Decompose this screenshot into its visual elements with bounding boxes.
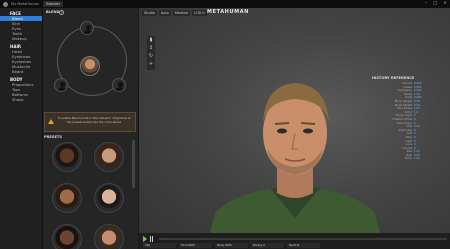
- viewport[interactable]: Studio Auto Medium LOD 0 METAHUMAN ▮ ↕ ↻ + …: [139, 8, 450, 249]
- viewport-tools: ▮ ↕ ↻ +: [147, 36, 155, 70]
- add-tool-icon[interactable]: +: [147, 60, 155, 68]
- nav-item-makeup[interactable]: Makeup: [0, 36, 42, 41]
- nav-item-beard[interactable]: Beard: [0, 69, 42, 74]
- reference-value: 1.00: [414, 157, 420, 161]
- select-tool-icon[interactable]: ▮: [147, 36, 155, 44]
- viewport-chip-1[interactable]: Auto: [158, 10, 171, 16]
- help-icon[interactable]: ?: [59, 9, 64, 15]
- timeline-track[interactable]: [159, 238, 447, 240]
- blend-slot-right[interactable]: [112, 78, 126, 92]
- reference-title: HISTORY REFERENCE: [372, 76, 415, 80]
- nav-item-shoes[interactable]: Shoes: [0, 97, 42, 102]
- rotate-tool-icon[interactable]: ↻: [147, 52, 155, 60]
- viewport-chip-2[interactable]: Medium: [172, 10, 191, 16]
- warning-text: To enable Blend mode in the viewport, dr…: [57, 116, 131, 124]
- app-tab[interactable]: My MetaHuman: [11, 2, 39, 6]
- presets-title: PRESETS: [44, 135, 62, 139]
- project-tab[interactable]: Blender: [43, 1, 64, 7]
- preset-avatar-4[interactable]: [94, 183, 124, 213]
- presets-scrollbar[interactable]: [132, 140, 135, 188]
- blend-warning: To enable Blend mode in the viewport, dr…: [44, 112, 136, 132]
- reference-row: Body 1.00: [372, 157, 446, 161]
- blend-title: BLEND: [46, 10, 60, 14]
- app-logo-icon: [3, 1, 8, 7]
- close-icon[interactable]: ×: [443, 1, 447, 7]
- blend-center-avatar[interactable]: [80, 56, 100, 76]
- preset-avatar-3[interactable]: [52, 183, 82, 213]
- preset-avatar-6[interactable]: [94, 224, 124, 249]
- animation-presets: Idle Face ROM Body ROM Posing A Neutral: [143, 243, 320, 248]
- viewport-toolbar: Studio Auto Medium LOD 0: [139, 8, 450, 18]
- preset-avatar-5[interactable]: [52, 224, 82, 249]
- blend-slot-top[interactable]: [80, 21, 94, 35]
- blend-slot-left[interactable]: [54, 78, 68, 92]
- preset-avatar-1[interactable]: [52, 142, 82, 172]
- history-reference: HISTORY REFERENCE Portrait 0.000 Crease 0.0…: [372, 76, 446, 161]
- animation-preset-1[interactable]: Face ROM: [179, 243, 212, 248]
- window-controls: – □ ×: [425, 1, 447, 7]
- animation-preset-2[interactable]: Body ROM: [215, 243, 248, 248]
- metahuman-character[interactable]: [195, 53, 395, 249]
- pause-icon[interactable]: [150, 236, 153, 242]
- preset-avatar-2[interactable]: [94, 142, 124, 172]
- warning-icon: [48, 119, 54, 124]
- maximize-icon[interactable]: □: [433, 1, 437, 7]
- timeline-bar: Idle Face ROM Body ROM Posing A Neutral: [139, 233, 450, 249]
- viewport-chip-0[interactable]: Studio: [142, 10, 157, 16]
- animation-preset-4[interactable]: Neutral: [287, 243, 320, 248]
- minimize-icon[interactable]: –: [425, 1, 427, 7]
- animation-preset-3[interactable]: Posing A: [251, 243, 284, 248]
- window-titlebar: My MetaHuman Blender – □ ×: [0, 0, 450, 8]
- animation-preset-0[interactable]: Idle: [143, 243, 176, 248]
- play-icon[interactable]: [143, 236, 147, 242]
- reference-key: Body: [405, 157, 412, 161]
- move-tool-icon[interactable]: ↕: [147, 44, 155, 52]
- viewport-chip-3[interactable]: LOD 0: [192, 10, 207, 16]
- brand-logo: METAHUMAN: [207, 9, 249, 15]
- category-nav: FACE Blend Skin Eyes Teeth Makeup HAIR Head Eyeb…: [0, 8, 42, 249]
